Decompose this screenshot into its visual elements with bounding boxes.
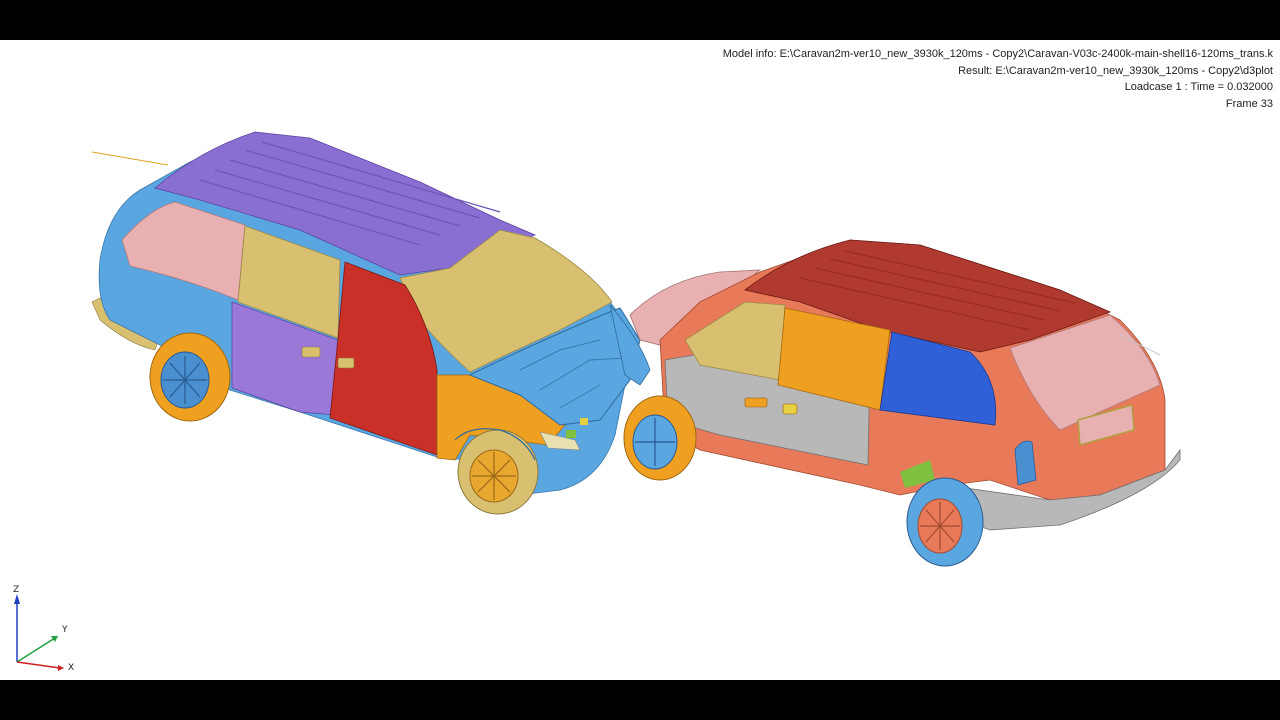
left-van	[91, 131, 641, 515]
z-axis-label: Z	[13, 585, 19, 595]
x-axis-line	[16, 661, 61, 669]
letterbox-top	[0, 0, 1280, 40]
left-van-debris-2	[580, 418, 588, 425]
right-van-mirror	[782, 403, 798, 415]
3d-viewport[interactable]: Model info: E:\Caravan2m-ver10_new_3930k…	[0, 40, 1280, 680]
z-axis-arrow	[14, 594, 20, 604]
y-axis-line	[16, 637, 56, 663]
x-axis-arrow	[58, 665, 64, 671]
right-van-front-wheel	[623, 395, 697, 481]
left-van-debris-1	[566, 430, 576, 438]
coordinate-triad-icon: Z Y X	[13, 585, 74, 673]
loadcase-text: Loadcase 1 : Time = 0.032000	[1124, 81, 1273, 93]
model-info-text: Model info: E:\Caravan2m-ver10_new_3930k…	[722, 48, 1273, 60]
letterbox-bottom	[0, 680, 1280, 720]
left-van-front-wheel	[457, 429, 539, 515]
y-axis-label: Y	[61, 625, 68, 635]
model-info-panel: Model info: E:\Caravan2m-ver10_new_3930k…	[723, 46, 1273, 112]
screen: Model info: E:\Caravan2m-ver10_new_3930k…	[0, 0, 1280, 720]
left-van-door-handle	[301, 346, 321, 358]
right-van-rear-wheel	[906, 477, 984, 567]
result-text: Result: E:\Caravan2m-ver10_new_3930k_120…	[958, 64, 1273, 77]
right-van	[623, 239, 1181, 567]
left-van-rear-wheel	[149, 332, 231, 422]
x-axis-label: X	[68, 663, 74, 673]
left-van-front-handle	[337, 357, 355, 369]
crash-scene	[91, 131, 1181, 567]
right-van-tail-light	[1014, 440, 1037, 486]
reference-line	[91, 151, 169, 166]
frame-text: Frame 33	[1225, 97, 1273, 110]
right-van-door-handle	[744, 397, 768, 408]
